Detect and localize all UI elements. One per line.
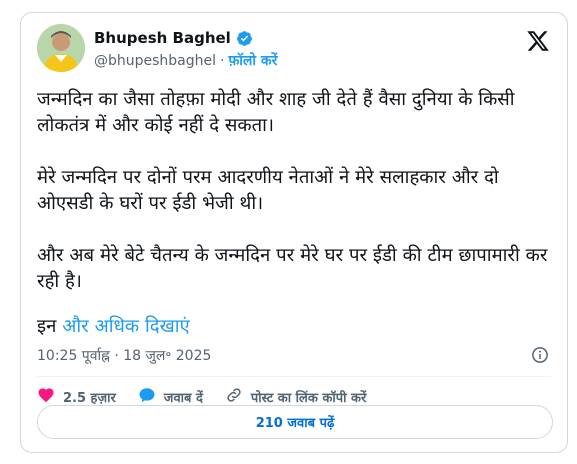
show-more-prefix: इन <box>37 316 63 337</box>
copy-link-label: पोस्ट का लिंक कॉपी करें <box>250 391 367 406</box>
info-icon[interactable] <box>531 346 549 364</box>
reply-label: जवाब दें <box>163 391 203 406</box>
x-logo-icon[interactable] <box>526 29 550 53</box>
avatar[interactable] <box>37 24 85 72</box>
tweet-paragraph: मेरे जन्मदिन पर दोनों परम आदरणीय नेताओं … <box>37 167 499 214</box>
follow-button[interactable]: फ़ॉलो करें <box>228 51 277 70</box>
author-name-row: Bhupesh Baghel <box>94 29 253 47</box>
timestamp[interactable]: 10:25 पूर्वाह्न · 18 जुल॰ 2025 <box>37 346 211 365</box>
verified-icon <box>236 30 253 47</box>
like-count: 2.5 हज़ार <box>63 391 116 406</box>
tweet-embed-card: Bhupesh Baghel @bhupeshbaghel · फ़ॉलो कर… <box>20 12 568 453</box>
separator-dot: · <box>220 52 225 69</box>
show-more-row: इन और अधिक दिखाएं <box>37 313 190 338</box>
author-handle[interactable]: @bhupeshbaghel <box>94 53 216 69</box>
tweet-paragraph: जन्मदिन का जैसा तोहफ़ा मोदी और शाह जी दे… <box>37 89 515 136</box>
divider <box>37 376 551 377</box>
author-name[interactable]: Bhupesh Baghel <box>94 29 231 47</box>
show-more-link[interactable]: और अधिक दिखाएं <box>62 316 190 337</box>
author-handle-row: @bhupeshbaghel · फ़ॉलो करें <box>94 51 277 70</box>
tweet-text: जन्मदिन का जैसा तोहफ़ा मोदी और शाह जी दे… <box>37 87 557 321</box>
read-replies-button[interactable]: 210 जवाब पढ़ें <box>37 405 553 439</box>
tweet-paragraph: और अब मेरे बेटे चैतन्य के जन्मदिन पर मेर… <box>37 245 548 292</box>
